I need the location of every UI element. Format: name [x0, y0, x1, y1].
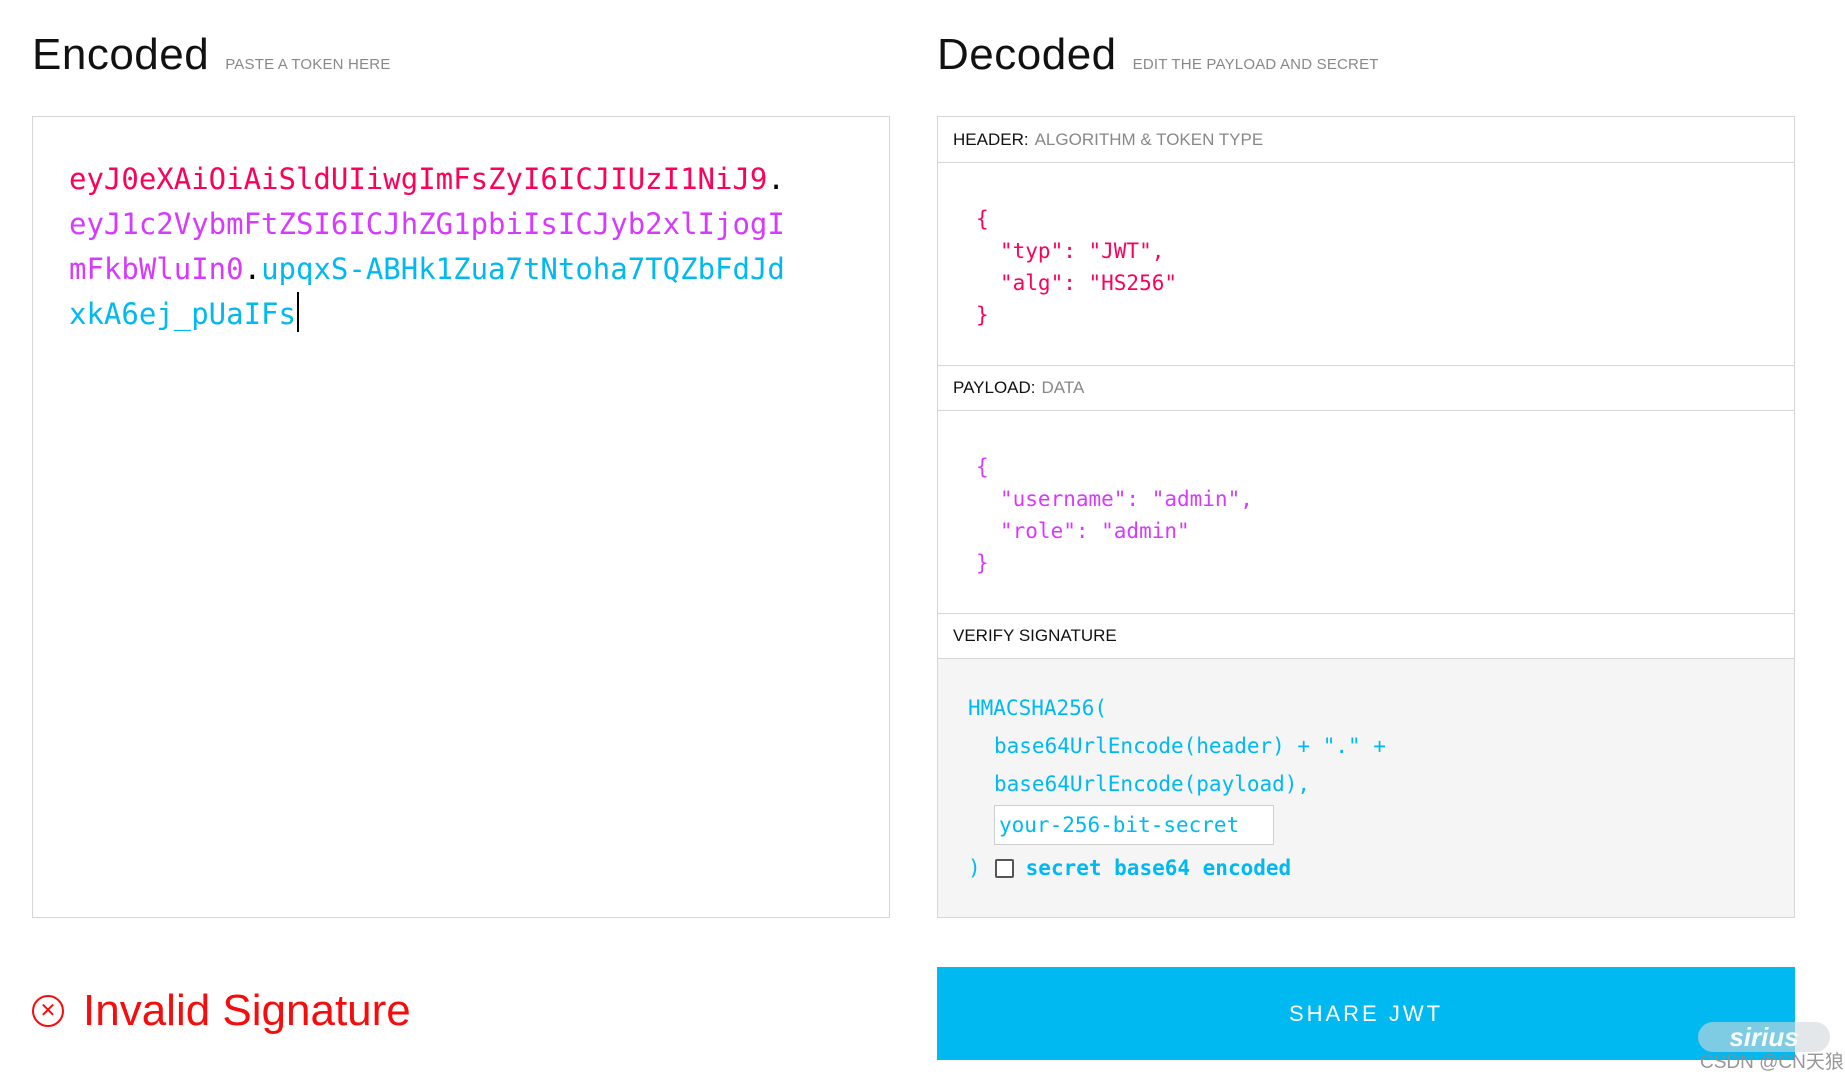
signature-section-label: VERIFY SIGNATURE	[953, 625, 1117, 645]
watermark-text: CSDN @CN天狼	[1700, 1052, 1844, 1073]
encoded-heading: Encoded PASTE A TOKEN HERE	[32, 30, 391, 80]
encoded-subtitle: PASTE A TOKEN HERE	[225, 56, 391, 73]
signature-section-title: VERIFY SIGNATURE	[938, 613, 1794, 659]
json-line: {	[976, 455, 989, 479]
sig-close-row: ) secret base64 encoded	[968, 849, 1386, 887]
header-section-sublabel: ALGORITHM & TOKEN TYPE	[1034, 129, 1264, 149]
secret-input[interactable]	[994, 805, 1274, 845]
payload-section-title: PAYLOAD: DATA	[938, 365, 1794, 411]
token-dot: .	[767, 162, 785, 196]
signature-status: ✕ Invalid Signature	[32, 986, 411, 1036]
json-line: "username": "admin",	[1000, 487, 1253, 511]
header-json-editor[interactable]: { "typ": "JWT", "alg": "HS256" }	[938, 163, 1794, 366]
signature-status-text: Invalid Signature	[83, 986, 411, 1035]
json-line: "alg": "HS256"	[1000, 271, 1178, 295]
json-line: {	[976, 207, 989, 231]
encoded-title: Encoded	[32, 30, 210, 79]
encoded-token-editor[interactable]: eyJ0eXAiOiAiSldUIiwgImFsZyI6ICJIUzI1NiJ9…	[32, 116, 890, 918]
payload-json[interactable]: { "username": "admin", "role": "admin" }	[976, 451, 1253, 579]
share-jwt-button[interactable]: SHARE JWT	[937, 967, 1795, 1060]
sig-line-header: base64UrlEncode(header) + "." +	[994, 734, 1386, 758]
decoded-panel: HEADER: ALGORITHM & TOKEN TYPE { "typ": …	[937, 116, 1795, 918]
signature-body: HMACSHA256( base64UrlEncode(header) + ".…	[938, 659, 1794, 917]
sig-line-hmac: HMACSHA256(	[968, 696, 1108, 720]
decoded-heading: Decoded EDIT THE PAYLOAD AND SECRET	[937, 30, 1379, 80]
token-dot: .	[243, 252, 262, 286]
header-section-title: HEADER: ALGORITHM & TOKEN TYPE	[938, 117, 1794, 163]
json-line: "typ": "JWT",	[1000, 239, 1165, 263]
decoded-subtitle: EDIT THE PAYLOAD AND SECRET	[1132, 56, 1379, 73]
signature-code: HMACSHA256( base64UrlEncode(header) + ".…	[968, 689, 1386, 887]
secret-base64-checkbox[interactable]	[994, 858, 1014, 878]
payload-section-sublabel: DATA	[1041, 377, 1085, 397]
text-caret	[296, 292, 299, 332]
sig-line-payload: base64UrlEncode(payload),	[994, 772, 1311, 796]
payload-json-editor[interactable]: { "username": "admin", "role": "admin" }	[938, 411, 1794, 614]
token-header-part: eyJ0eXAiOiAiSldUIiwgImFsZyI6ICJIUzI1NiJ9	[69, 162, 768, 196]
encoded-token-text[interactable]: eyJ0eXAiOiAiSldUIiwgImFsZyI6ICJIUzI1NiJ9…	[69, 157, 789, 337]
payload-section-label: PAYLOAD:	[953, 377, 1036, 397]
header-json[interactable]: { "typ": "JWT", "alg": "HS256" }	[976, 203, 1177, 331]
secret-base64-label[interactable]: secret base64 encoded	[1026, 849, 1292, 887]
header-section-label: HEADER:	[953, 129, 1029, 149]
json-line: }	[976, 551, 989, 575]
close-paren: )	[968, 856, 981, 880]
json-line: "role": "admin"	[1000, 519, 1190, 543]
close-circle-icon: ✕	[32, 995, 64, 1027]
json-line: }	[976, 303, 989, 327]
decoded-title: Decoded	[937, 30, 1117, 79]
